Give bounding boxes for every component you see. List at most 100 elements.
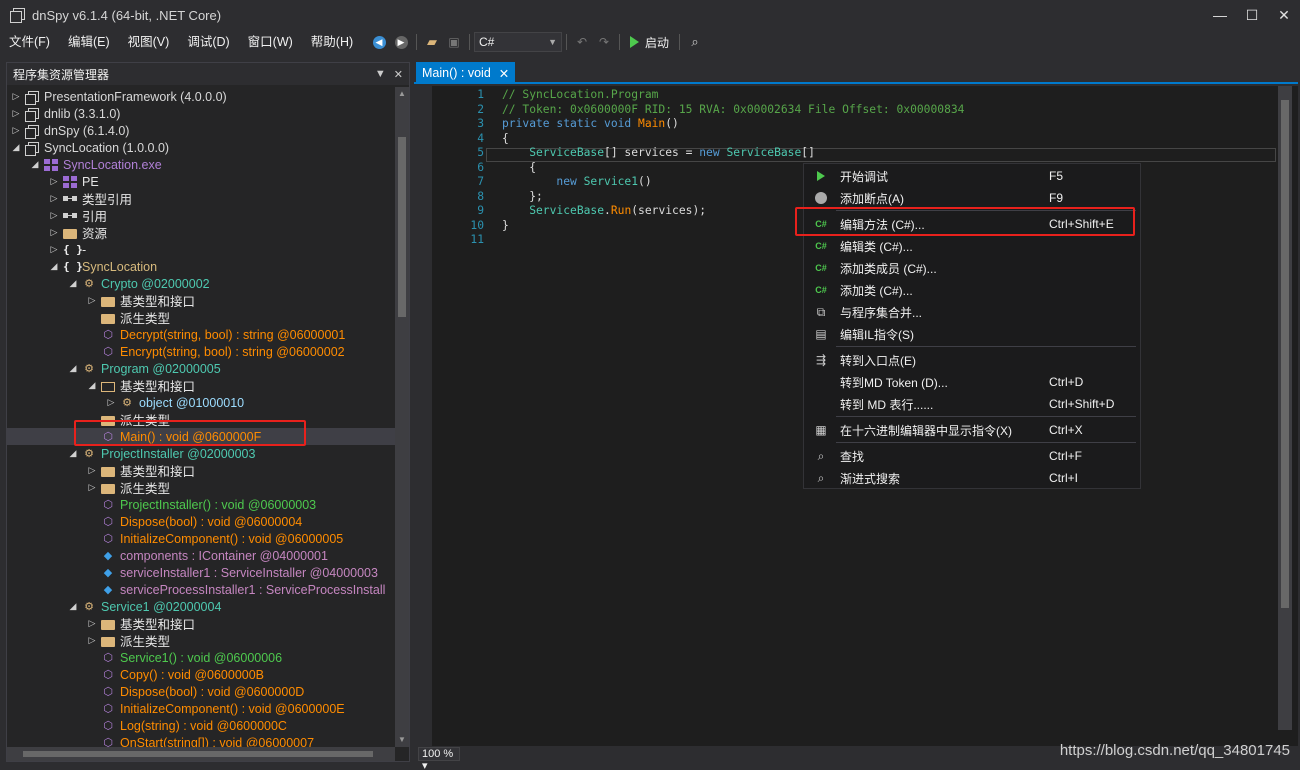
context-menu-item[interactable]: 转到 MD 表行...... Ctrl+Shift+D xyxy=(804,393,1140,415)
tree-item[interactable]: ⬡ Copy() : void @0600000B xyxy=(7,666,395,683)
panel-close-icon[interactable]: ✕ xyxy=(394,68,403,81)
expand-arrow-icon[interactable]: ▷ xyxy=(49,210,59,221)
context-menu-item[interactable]: C# 添加类 (C#)... xyxy=(804,279,1140,301)
save-all-button[interactable]: ▣ xyxy=(443,31,465,53)
tree-item[interactable]: ⬡ Main() : void @0600000F xyxy=(7,428,395,445)
assembly-tree[interactable]: ▷ PresentationFramework (4.0.0.0) ▷ dnlib (… xyxy=(7,87,395,747)
tree-item[interactable]: ⬡ OnStart(string[]) : void @06000007 xyxy=(7,734,395,748)
expand-arrow-icon[interactable]: ▷ xyxy=(11,125,21,136)
context-menu-item[interactable]: ⌕ 渐进式搜索 Ctrl+I xyxy=(804,467,1140,489)
tree-item[interactable]: ▷ 基类型和接口 xyxy=(7,615,395,632)
expand-arrow-icon[interactable]: ▷ xyxy=(11,91,21,102)
tab-main-void[interactable]: Main() : void ✕ xyxy=(416,62,516,84)
forward-button[interactable]: ▶ xyxy=(390,31,412,53)
expand-arrow-icon[interactable]: ▷ xyxy=(87,618,97,629)
tree-item[interactable]: ⬡ Dispose(bool) : void @0600000D xyxy=(7,683,395,700)
zoom-level-select[interactable]: 100 % ▾ xyxy=(418,747,460,770)
redo-button[interactable]: ↷ xyxy=(593,31,615,53)
tree-item[interactable]: ⬡ Dispose(bool) : void @06000004 xyxy=(7,513,395,530)
tree-horizontal-scrollbar[interactable] xyxy=(7,747,395,761)
tree-item[interactable]: ▷{ } - xyxy=(7,241,395,258)
expand-arrow-icon[interactable]: ▷ xyxy=(87,295,97,306)
collapse-arrow-icon[interactable]: ◢ xyxy=(30,159,40,170)
tree-item[interactable]: ◢ ⚙ Program @02000005 xyxy=(7,360,395,377)
tree-item[interactable]: ⬡ InitializeComponent() : void @06000005 xyxy=(7,530,395,547)
collapse-arrow-icon[interactable]: ◢ xyxy=(68,448,78,459)
menu-edit[interactable]: 编辑(E) xyxy=(59,30,119,54)
start-debug-button[interactable]: 启动 xyxy=(630,34,669,51)
open-button[interactable]: ▰ xyxy=(421,31,443,53)
tree-item[interactable]: ◢ 基类型和接口 xyxy=(7,377,395,394)
collapse-arrow-icon[interactable]: ◢ xyxy=(49,261,59,272)
scroll-down-icon[interactable]: ▼ xyxy=(395,733,409,747)
context-menu-item[interactable]: C# 编辑类 (C#)... xyxy=(804,235,1140,257)
tree-item[interactable]: ▷ PE xyxy=(7,173,395,190)
tree-item[interactable]: ◢ ⚙ Crypto @02000002 xyxy=(7,275,395,292)
maximize-button[interactable]: ☐ xyxy=(1236,0,1268,30)
tree-item[interactable]: ▷ PresentationFramework (4.0.0.0) xyxy=(7,88,395,105)
scroll-thumb[interactable] xyxy=(398,137,406,317)
scroll-thumb[interactable] xyxy=(23,751,373,757)
tree-item[interactable]: ▷ 基类型和接口 xyxy=(7,292,395,309)
tree-vertical-scrollbar[interactable]: ▲ ▼ xyxy=(395,87,409,747)
undo-button[interactable]: ↶ xyxy=(571,31,593,53)
tree-item[interactable]: ▷ 类型引用 xyxy=(7,190,395,207)
expand-arrow-icon[interactable]: ▷ xyxy=(49,176,59,187)
tree-item[interactable]: ⬡ Encrypt(string, bool) : string @0600000… xyxy=(7,343,395,360)
panel-dropdown-icon[interactable]: ▼ xyxy=(375,68,386,81)
context-menu-item[interactable]: ⧉ 与程序集合并... xyxy=(804,301,1140,323)
expand-arrow-icon[interactable]: ▷ xyxy=(49,227,59,238)
context-menu-item[interactable]: C# 编辑方法 (C#)... Ctrl+Shift+E xyxy=(804,213,1140,235)
tree-item[interactable]: ▷ dnSpy (6.1.4.0) xyxy=(7,122,395,139)
tree-item[interactable]: ▷ 引用 xyxy=(7,207,395,224)
tree-item[interactable]: ⬡ InitializeComponent() : void @0600000E xyxy=(7,700,395,717)
expand-arrow-icon[interactable]: ▷ xyxy=(106,397,116,408)
collapse-arrow-icon[interactable]: ◢ xyxy=(11,142,21,153)
tree-item[interactable]: ▷ 基类型和接口 xyxy=(7,462,395,479)
tree-item[interactable]: ◆ serviceInstaller1 : ServiceInstaller @0… xyxy=(7,564,395,581)
tree-item[interactable]: ◢ ⚙ ProjectInstaller @02000003 xyxy=(7,445,395,462)
tree-item[interactable]: 派生类型 xyxy=(7,411,395,428)
tree-item[interactable]: ◢ SyncLocation (1.0.0.0) xyxy=(7,139,395,156)
editor-vertical-scrollbar[interactable] xyxy=(1278,86,1292,730)
collapse-arrow-icon[interactable]: ◢ xyxy=(68,278,78,289)
tree-item[interactable]: ◆ components : IContainer @04000001 xyxy=(7,547,395,564)
tree-item[interactable]: ◆ serviceProcessInstaller1 : ServiceProce… xyxy=(7,581,395,598)
collapse-arrow-icon[interactable]: ◢ xyxy=(87,380,97,391)
language-select[interactable]: C# ▼ xyxy=(474,32,562,52)
scroll-up-icon[interactable]: ▲ xyxy=(395,87,409,101)
expand-arrow-icon[interactable]: ▷ xyxy=(87,482,97,493)
menu-window[interactable]: 窗口(W) xyxy=(239,30,302,54)
tree-item[interactable]: ⬡ Log(string) : void @0600000C xyxy=(7,717,395,734)
collapse-arrow-icon[interactable]: ◢ xyxy=(68,363,78,374)
expand-arrow-icon[interactable]: ▷ xyxy=(49,193,59,204)
context-menu-item[interactable]: 添加断点(A) F9 xyxy=(804,187,1140,209)
context-menu-item[interactable]: ▦ 在十六进制编辑器中显示指令(X) Ctrl+X xyxy=(804,419,1140,441)
tree-item[interactable]: ⬡ ProjectInstaller() : void @06000003 xyxy=(7,496,395,513)
tree-item[interactable]: ▷ 资源 xyxy=(7,224,395,241)
scroll-thumb[interactable] xyxy=(1281,100,1289,608)
tree-item[interactable]: ⬡ Service1() : void @06000006 xyxy=(7,649,395,666)
menu-file[interactable]: 文件(F) xyxy=(0,30,59,54)
menu-debug[interactable]: 调试(D) xyxy=(178,30,238,54)
context-menu-item[interactable]: ⇶ 转到入口点(E) xyxy=(804,349,1140,371)
context-menu-item[interactable]: ▤ 编辑IL指令(S) xyxy=(804,323,1140,345)
tree-item[interactable]: ▷ ⚙ object @01000010 xyxy=(7,394,395,411)
tree-item[interactable]: ▷ 派生类型 xyxy=(7,632,395,649)
expand-arrow-icon[interactable]: ▷ xyxy=(87,465,97,476)
close-button[interactable]: ✕ xyxy=(1268,0,1300,30)
context-menu-item[interactable]: 开始调试 F5 xyxy=(804,165,1140,187)
search-button[interactable]: ⌕ xyxy=(684,31,706,53)
tree-item[interactable]: ◢ SyncLocation.exe xyxy=(7,156,395,173)
context-menu-item[interactable]: C# 添加类成员 (C#)... xyxy=(804,257,1140,279)
tree-item[interactable]: 派生类型 xyxy=(7,309,395,326)
context-menu-item[interactable]: ⌕ 查找 Ctrl+F xyxy=(804,445,1140,467)
tab-close-icon[interactable]: ✕ xyxy=(499,66,509,81)
collapse-arrow-icon[interactable]: ◢ xyxy=(68,601,78,612)
expand-arrow-icon[interactable]: ▷ xyxy=(87,635,97,646)
menu-help[interactable]: 帮助(H) xyxy=(302,30,362,54)
tree-item[interactable]: ▷ 派生类型 xyxy=(7,479,395,496)
menu-view[interactable]: 视图(V) xyxy=(119,30,179,54)
tree-item[interactable]: ⬡ Decrypt(string, bool) : string @0600000… xyxy=(7,326,395,343)
tree-item[interactable]: ◢ { } SyncLocation xyxy=(7,258,395,275)
